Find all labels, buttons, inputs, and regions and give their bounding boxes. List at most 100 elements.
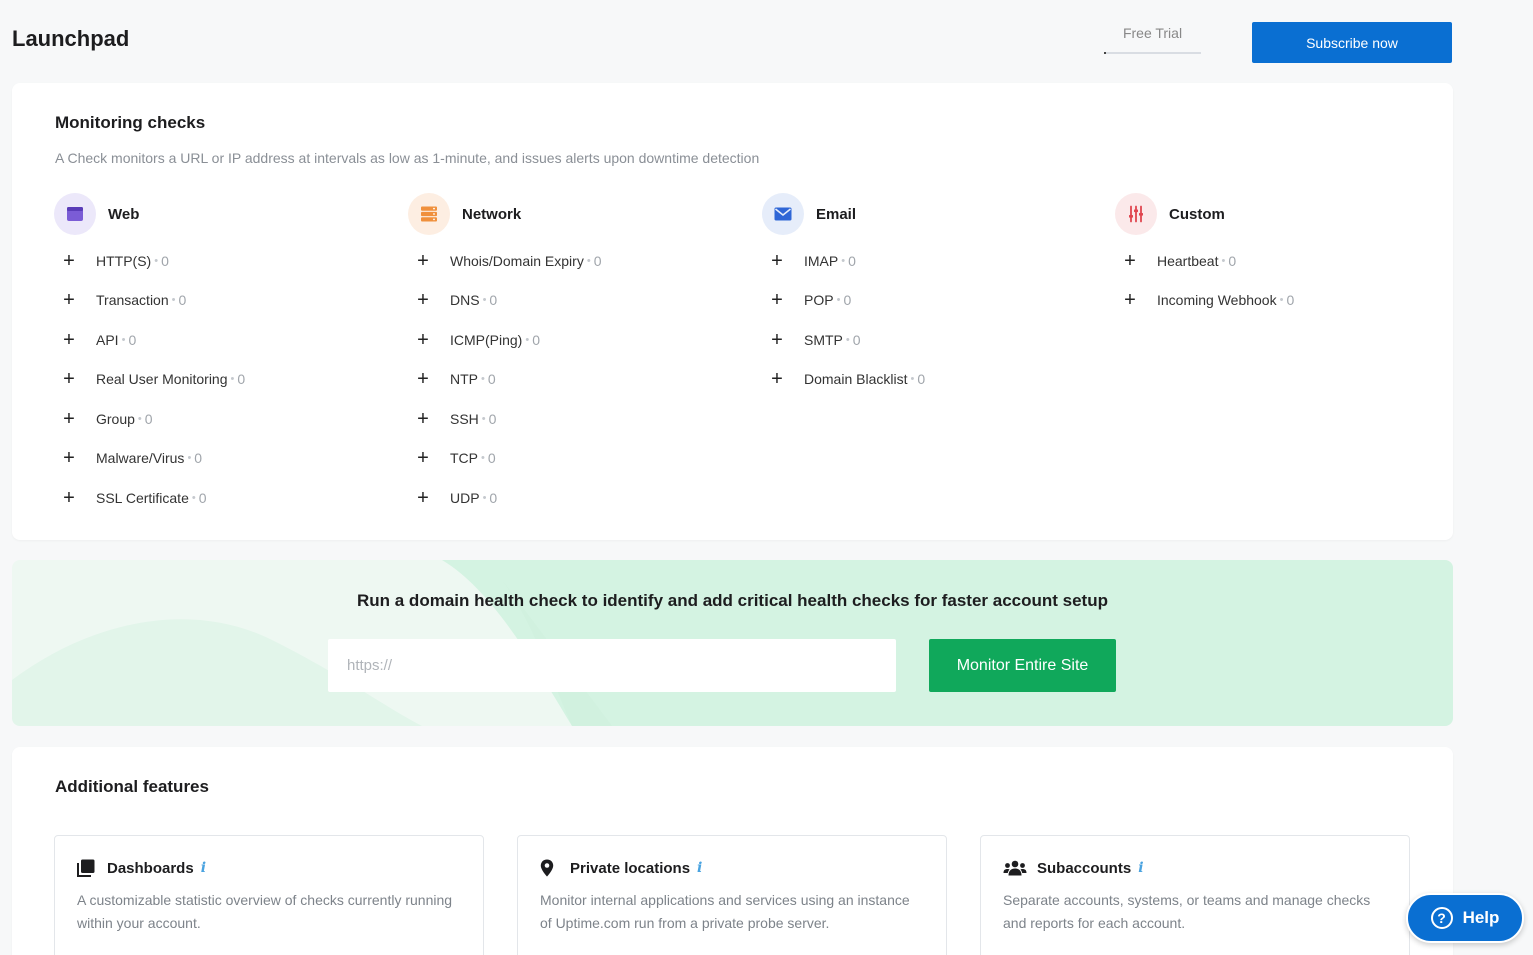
add-check-blacklist[interactable]: + Domain Blacklist • 0	[762, 360, 1102, 400]
feature-name: Dashboards	[107, 859, 194, 877]
dashboards-icon	[77, 858, 99, 878]
plus-icon: +	[1124, 289, 1136, 312]
top-bar: Launchpad Free Trial Subscribe now	[0, 0, 1533, 80]
subscribe-button[interactable]: Subscribe now	[1252, 22, 1452, 63]
info-icon[interactable]: i	[1138, 860, 1143, 876]
monitoring-checks-card: Monitoring checks A Check monitors a URL…	[12, 83, 1453, 540]
feature-header: Private locations i	[540, 858, 702, 878]
help-button[interactable]: ? Help	[1406, 893, 1524, 943]
check-column-web: Web + HTTP(S) • 0 + Transaction • 0 + API • 0 + Re…	[54, 193, 394, 518]
separator-dot: •	[171, 294, 176, 307]
add-check-heartbeat[interactable]: + Heartbeat • 0	[1115, 241, 1455, 281]
check-count: 0	[144, 410, 153, 427]
domain-url-input[interactable]	[328, 639, 896, 692]
plus-icon: +	[771, 368, 783, 391]
column-name: Custom	[1169, 206, 1225, 223]
add-check-dns[interactable]: + DNS • 0	[408, 281, 748, 321]
add-check-webhook[interactable]: + Incoming Webhook • 0	[1115, 281, 1455, 321]
free-trial-indicator[interactable]: Free Trial	[1104, 22, 1201, 54]
check-count: 0	[489, 489, 498, 506]
add-check-ssl[interactable]: + SSL Certificate • 0	[54, 478, 394, 518]
health-check-banner: Run a domain health check to identify an…	[12, 560, 1453, 726]
plus-icon: +	[417, 249, 429, 272]
feature-description: Separate accounts, systems, or teams and…	[1003, 892, 1371, 931]
feature-card-subaccounts[interactable]: Subaccounts i Separate accounts, systems…	[980, 835, 1410, 955]
separator-dot: •	[845, 333, 850, 346]
check-column-email: Email + IMAP • 0 + POP • 0 + SMTP • 0 + Domain Bla…	[762, 193, 1102, 399]
add-check-ssh[interactable]: + SSH • 0	[408, 399, 748, 439]
separator-dot: •	[482, 294, 487, 307]
check-label: Transaction	[96, 292, 169, 309]
info-icon[interactable]: i	[697, 860, 702, 876]
plus-icon: +	[417, 486, 429, 509]
check-count: 0	[237, 371, 246, 388]
plus-icon: +	[63, 289, 75, 312]
add-check-ntp[interactable]: + NTP • 0	[408, 360, 748, 400]
envelope-icon	[762, 193, 804, 235]
info-icon[interactable]: i	[201, 860, 206, 876]
server-icon	[408, 193, 450, 235]
separator-dot: •	[841, 254, 846, 267]
feature-card-private-locations[interactable]: Private locations i Monitor internal app…	[517, 835, 947, 955]
plus-icon: +	[63, 486, 75, 509]
add-check-group[interactable]: + Group • 0	[54, 399, 394, 439]
add-check-api[interactable]: + API • 0	[54, 320, 394, 360]
plus-icon: +	[417, 289, 429, 312]
users-icon	[1003, 858, 1029, 878]
feature-card-dashboards[interactable]: Dashboards i A customizable statistic ov…	[54, 835, 484, 955]
separator-dot: •	[836, 294, 841, 307]
sliders-icon	[1115, 193, 1157, 235]
check-count: 0	[487, 450, 496, 467]
free-trial-label: Free Trial	[1122, 25, 1183, 41]
add-check-smtp[interactable]: + SMTP • 0	[762, 320, 1102, 360]
separator-dot: •	[230, 373, 235, 386]
check-label: ICMP(Ping)	[450, 331, 523, 348]
add-check-whois[interactable]: + Whois/Domain Expiry • 0	[408, 241, 748, 281]
check-label: Heartbeat	[1157, 252, 1219, 269]
feature-name: Subaccounts	[1037, 859, 1132, 877]
separator-dot: •	[910, 373, 915, 386]
plus-icon: +	[417, 368, 429, 391]
separator-dot: •	[481, 452, 485, 465]
separator-dot: •	[586, 254, 591, 267]
browser-window-icon	[54, 193, 96, 235]
add-check-icmp[interactable]: + ICMP(Ping) • 0	[408, 320, 748, 360]
plus-icon: +	[417, 328, 429, 351]
check-column-network: Network + Whois/Domain Expiry • 0 + DNS • 0 + I…	[408, 193, 748, 518]
add-check-udp[interactable]: + UDP • 0	[408, 478, 748, 518]
check-count: 0	[178, 292, 187, 309]
check-label: Real User Monitoring	[96, 371, 228, 388]
check-label: NTP	[450, 371, 478, 388]
check-count: 0	[198, 489, 207, 506]
health-check-title: Run a domain health check to identify an…	[356, 591, 1108, 610]
check-label: UDP	[450, 489, 480, 506]
check-count: 0	[593, 252, 602, 269]
check-label: IMAP	[804, 252, 839, 269]
check-count: 0	[489, 292, 498, 309]
monitoring-description: A Check monitors a URL or IP address at …	[55, 150, 760, 166]
separator-dot: •	[137, 412, 142, 425]
check-label: API	[96, 331, 119, 348]
add-check-malware[interactable]: + Malware/Virus • 0	[54, 439, 394, 479]
add-check-transaction[interactable]: + Transaction • 0	[54, 281, 394, 321]
add-check-rum[interactable]: + Real User Monitoring • 0	[54, 360, 394, 400]
separator-dot: •	[481, 412, 486, 425]
plus-icon: +	[63, 328, 75, 351]
plus-icon: +	[63, 368, 75, 391]
separator-dot: •	[121, 333, 126, 346]
check-count: 0	[917, 371, 926, 388]
check-label: Domain Blacklist	[804, 371, 908, 388]
check-label: TCP	[450, 450, 478, 467]
monitor-entire-site-button[interactable]: Monitor Entire Site	[929, 639, 1116, 692]
column-header: Email	[762, 193, 1102, 237]
separator-dot: •	[154, 254, 159, 267]
add-check-tcp[interactable]: + TCP • 0	[408, 439, 748, 479]
add-check-imap[interactable]: + IMAP • 0	[762, 241, 1102, 281]
check-count: 0	[1286, 292, 1295, 309]
add-check-pop[interactable]: + POP • 0	[762, 281, 1102, 321]
question-circle-icon: ?	[1430, 907, 1453, 929]
check-label: POP	[804, 292, 834, 309]
help-label: Help	[1462, 908, 1500, 927]
check-label: Incoming Webhook	[1157, 292, 1277, 309]
add-check-http[interactable]: + HTTP(S) • 0	[54, 241, 394, 281]
